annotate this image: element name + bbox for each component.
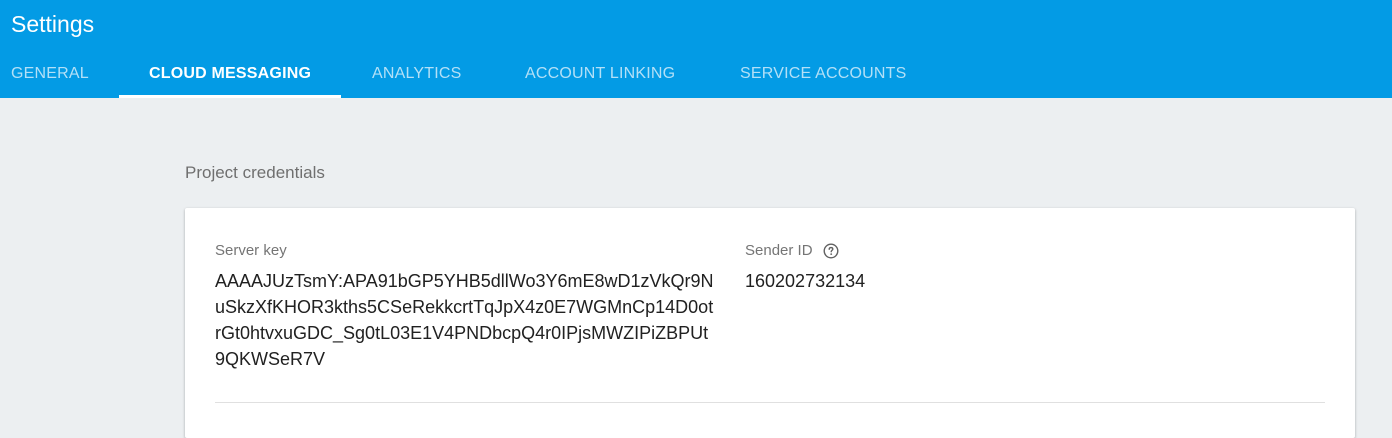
tab-bar: GENERAL CLOUD MESSAGING ANALYTICS ACCOUN… <box>0 50 1392 98</box>
tab-service-accounts[interactable]: SERVICE ACCOUNTS <box>740 50 907 98</box>
sender-id-value: 160202732134 <box>745 271 866 291</box>
app-header: Settings GENERAL CLOUD MESSAGING ANALYTI… <box>0 0 1392 98</box>
active-tab-indicator <box>119 95 341 98</box>
page-title: Settings <box>11 11 95 37</box>
help-circle-icon[interactable] <box>823 242 839 259</box>
credentials-card: Server key AAAAJUzTsmY:APA91bGP5YHB5dllW… <box>185 208 1355 438</box>
sender-id-label-row: Sender ID <box>745 242 839 259</box>
sender-id-label: Sender ID <box>745 242 813 259</box>
server-key-label: Server key <box>215 242 287 259</box>
tab-general[interactable]: GENERAL <box>11 50 89 98</box>
server-key-value: AAAAJUzTsmY:APA91bGP5YHB5dllWo3Y6mE8wD1z… <box>215 271 714 369</box>
section-title: Project credentials <box>185 163 325 182</box>
tab-account-linking[interactable]: ACCOUNT LINKING <box>525 50 675 98</box>
tab-analytics[interactable]: ANALYTICS <box>372 50 462 98</box>
tab-cloud-messaging[interactable]: CLOUD MESSAGING <box>149 50 311 98</box>
divider <box>215 402 1325 403</box>
